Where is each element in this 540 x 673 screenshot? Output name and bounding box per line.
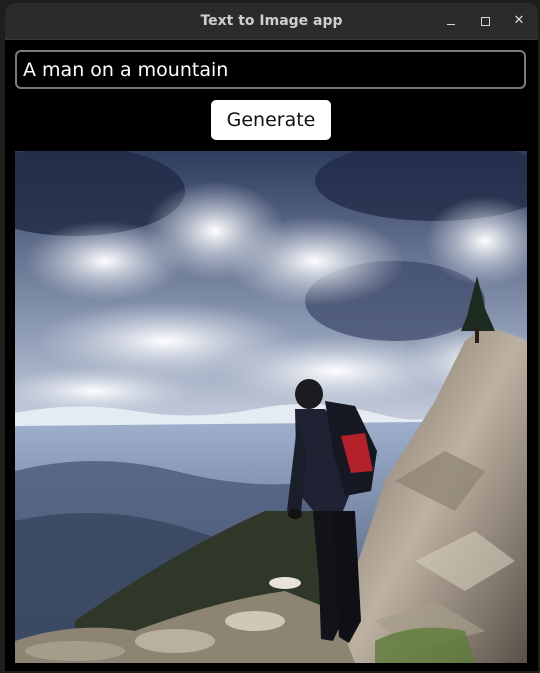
prompt-input[interactable] [15, 50, 526, 89]
minimize-icon [447, 24, 455, 25]
title-bar[interactable]: Text to Image app ✕ [5, 3, 538, 40]
app-window: Text to Image app ✕ Generate [5, 3, 538, 671]
generated-image [15, 151, 527, 663]
close-button[interactable]: ✕ [509, 11, 529, 31]
close-icon: ✕ [513, 13, 525, 28]
minimize-button[interactable] [441, 11, 461, 31]
generate-button[interactable]: Generate [211, 100, 331, 140]
maximize-button[interactable] [475, 11, 495, 31]
maximize-icon [481, 17, 490, 26]
mountain-photo [15, 151, 527, 663]
